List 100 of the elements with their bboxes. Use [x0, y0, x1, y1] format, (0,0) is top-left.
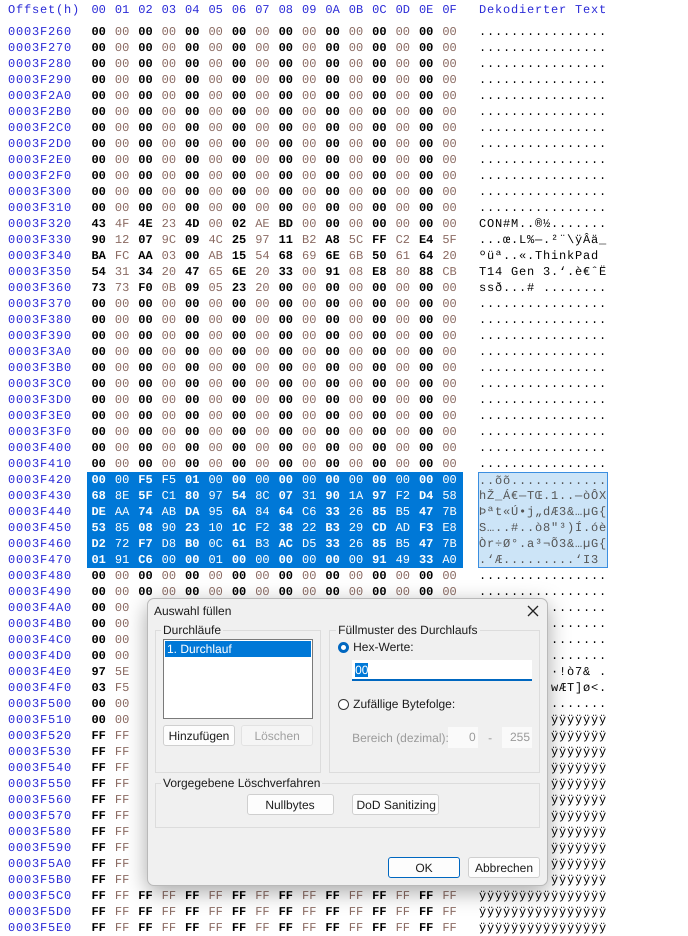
byte-cell-text: 00 — [184, 345, 200, 359]
byte-cell-text: 00 — [254, 297, 271, 311]
decoded-text: ÿÿÿÿÿÿÿÿÿÿÿÿÿÿÿÿ — [479, 904, 607, 920]
byte-cell-text: 00 — [371, 329, 388, 343]
byte-cell-text: E8 — [441, 521, 458, 535]
byte-cell-text: 00 — [160, 169, 178, 183]
radio-button[interactable] — [338, 698, 350, 710]
byte-cell-text: 00 — [90, 153, 107, 167]
column-header: 0F — [441, 3, 458, 17]
byte-cell-text: 00 — [418, 329, 434, 343]
byte-cell-text: FF — [207, 889, 224, 903]
byte-cell-text: 00 — [137, 361, 154, 375]
byte-cell-text: 33 — [418, 553, 434, 567]
byte-cell-text: 00 — [160, 25, 178, 39]
byte-cell-text: 00 — [301, 393, 318, 407]
byte-cell-text: 00 — [230, 425, 248, 439]
byte-cell-text: 00 — [160, 345, 178, 359]
hex-input[interactable]: 00 — [352, 660, 532, 681]
byte-cell-text: 00 — [418, 473, 434, 487]
byte-cell-text: 00 — [418, 425, 434, 439]
byte-cell-text: FF — [114, 809, 130, 823]
offset-label: 0003F350 — [7, 265, 74, 279]
byte-cell-text: 00 — [90, 425, 107, 439]
decoded-text: ................ — [479, 120, 607, 136]
preset-button[interactable]: Nullbytes — [246, 794, 334, 815]
byte-cell-text: 00 — [371, 217, 388, 231]
byte-cell-text: 00 — [160, 185, 178, 199]
offset-label: 0003F5C0 — [7, 889, 74, 903]
ok-button[interactable]: OK — [388, 857, 460, 878]
byte-cell-text: 00 — [230, 41, 248, 55]
byte-cell-text: 26 — [348, 537, 364, 551]
byte-cell-text: 00 — [394, 329, 411, 343]
byte-cell-text: 00 — [90, 345, 107, 359]
byte-cell-text: 00 — [230, 361, 248, 375]
preset-button[interactable]: DoD Sanitizing — [352, 794, 438, 815]
byte-cell-text: F3 — [418, 521, 434, 535]
byte-cell-text: 90 — [324, 489, 341, 503]
byte-cell-text: FF — [371, 921, 388, 935]
byte-cell-text: 09 — [184, 281, 200, 295]
byte-cell-text: 00 — [160, 297, 178, 311]
byte-cell-text: 00 — [394, 409, 411, 423]
decoded-text: ÿÿÿÿÿÿÿ — [550, 792, 607, 808]
byte-cell-text: 00 — [324, 57, 341, 71]
byte-cell-text: FF — [371, 233, 388, 247]
group-title: Vorgegebene Löschverfahren — [162, 776, 322, 790]
byte-cell-text: AB — [207, 249, 224, 263]
offset-label: 0003F330 — [7, 233, 74, 247]
byte-cell-text: 53 — [90, 521, 107, 535]
byte-cell-text: 00 — [348, 297, 364, 311]
byte-cell-text: 00 — [254, 201, 271, 215]
decoded-text: ÿÿÿÿÿÿÿ — [550, 808, 607, 824]
byte-cell-text: FF — [114, 777, 130, 791]
offset-label: 0003F440 — [7, 505, 74, 519]
byte-cell-text: 00 — [137, 57, 154, 71]
list-item[interactable]: 1. Durchlauf — [165, 641, 312, 657]
add-button[interactable]: Hinzufügen — [163, 725, 235, 746]
byte-cell-text: 65 — [207, 265, 224, 279]
byte-cell-text: 54 — [230, 489, 248, 503]
byte-cell-text: C6 — [137, 553, 154, 567]
byte-cell-text: 00 — [230, 105, 248, 119]
byte-cell-text: 8C — [254, 489, 271, 503]
byte-cell-text: 20 — [441, 249, 458, 263]
byte-cell-text: 00 — [184, 73, 200, 87]
radio-label[interactable]: Hex-Werte: — [353, 640, 414, 654]
byte-cell-text: 08 — [137, 521, 154, 535]
byte-cell-text: 00 — [301, 281, 318, 295]
byte-cell-text: 00 — [371, 137, 388, 151]
decoded-text: ................ — [479, 40, 607, 56]
byte-cell-text: 00 — [207, 361, 224, 375]
byte-cell-text: 00 — [371, 425, 388, 439]
radio-label[interactable]: Zufällige Bytefolge: — [353, 697, 456, 711]
byte-cell-text: 00 — [137, 297, 154, 311]
dialog-title: Auswahl füllen — [154, 604, 232, 618]
byte-cell-text: 00 — [90, 441, 107, 455]
byte-cell-text: 80 — [184, 489, 200, 503]
offset-label: 0003F2B0 — [7, 105, 74, 119]
decoded-text: ................ — [479, 184, 607, 200]
decoded-text: ....... — [550, 632, 607, 648]
byte-cell-text: 00 — [348, 441, 364, 455]
byte-cell-text: 00 — [184, 297, 200, 311]
decoded-text: ................ — [479, 376, 607, 392]
byte-cell-text: 00 — [230, 57, 248, 71]
pass-list[interactable]: 1. Durchlauf — [163, 639, 314, 719]
byte-cell-text: B3 — [254, 537, 271, 551]
byte-cell-text: 00 — [278, 441, 294, 455]
cancel-button[interactable]: Abbrechen — [468, 857, 540, 878]
decoded-text: T14 Gen 3.‘.è€ˆË — [479, 264, 607, 280]
offset-label: 0003F530 — [7, 745, 74, 759]
byte-cell-text: FF — [90, 873, 107, 887]
offset-label: 0003F390 — [7, 329, 74, 343]
byte-cell-text: 00 — [184, 89, 200, 103]
column-header: Offset(h) — [7, 3, 82, 17]
byte-cell-text: E8 — [371, 265, 388, 279]
byte-cell-text: 00 — [278, 345, 294, 359]
byte-cell-text: FF — [90, 809, 107, 823]
decoded-text: ................ — [479, 392, 607, 408]
close-icon[interactable] — [527, 605, 539, 617]
byte-cell-text: 00 — [418, 41, 434, 55]
radio-button[interactable] — [338, 642, 350, 652]
byte-cell-text: 00 — [278, 361, 294, 375]
